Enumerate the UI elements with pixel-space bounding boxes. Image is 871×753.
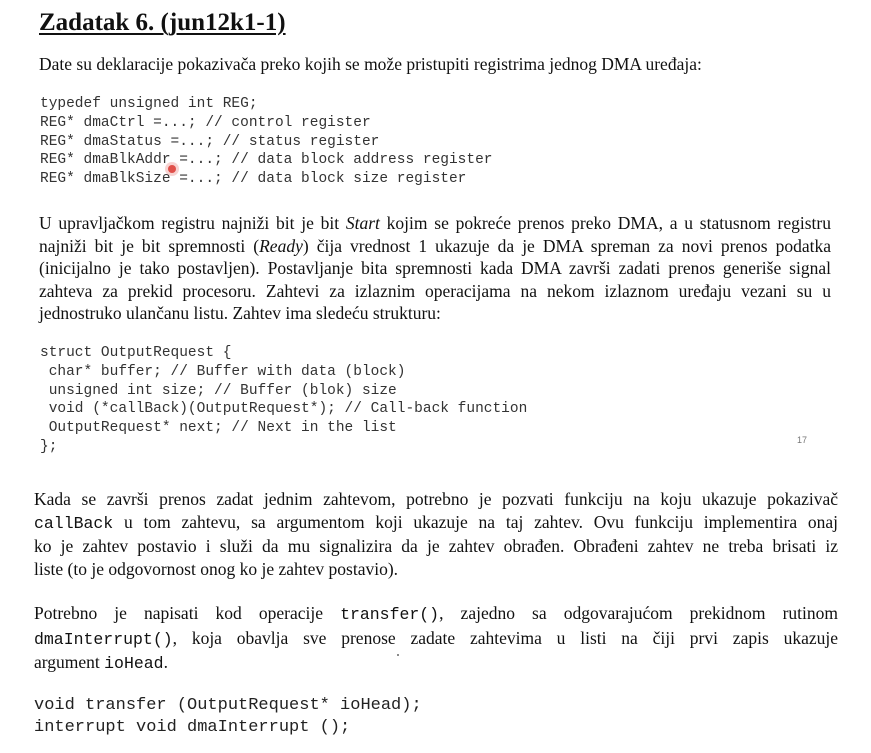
register-declarations-code: typedef unsigned int REG; REG* dmaCtrl =…	[40, 95, 492, 189]
start-bit-term: Start	[345, 213, 380, 233]
code-line: REG* dmaBlkSize =...; // data block size…	[40, 171, 467, 188]
callback-code: callBack	[34, 513, 114, 533]
paragraph-line: (inicijalno je tako postavljen). Postavl…	[39, 258, 831, 278]
paragraph-line: liste (to je odgovornost onog ko je zaht…	[34, 558, 399, 579]
task-paragraph: Potrebno je napisati kod operacije trans…	[34, 602, 838, 676]
ready-bit-term: Ready	[259, 235, 303, 256]
paragraph-line: ko je zahtev postavio i služi da mu sign…	[34, 536, 838, 556]
mouse-cursor-indicator	[168, 165, 176, 173]
code-line: void (*callBack)(OutputRequest*); // Cal…	[40, 401, 528, 418]
paragraph-line: argument ioHead.	[34, 652, 168, 673]
paragraph-line: Kada se završi prenos zadat jednim zahte…	[34, 489, 838, 509]
code-line: REG* dmaCtrl =...; // control register	[40, 114, 371, 131]
dma-interrupt-code: dmaInterrupt()	[34, 629, 173, 649]
code-line: struct OutputRequest {	[40, 345, 232, 361]
code-line: REG* dmaStatus =...; // status register	[40, 133, 380, 150]
page-title: Zadatak 6. (jun12k1-1)	[39, 9, 286, 36]
register-description-paragraph: U upravljačkom registru najniži bit je b…	[39, 212, 831, 325]
code-line: typedef unsigned int REG;	[40, 96, 258, 112]
code-line: OutputRequest* next; // Next in the list	[40, 420, 397, 437]
paragraph-line: dmaInterrupt(), koja obavlja sve prenose…	[34, 627, 838, 649]
code-line: REG* dmaBlkAddr =...; // data block addr…	[40, 152, 493, 169]
code-line: unsigned int size; // Buffer (blok) size	[40, 382, 397, 399]
transfer-code: transfer()	[340, 605, 440, 624]
paragraph-line: najniži bit je bit spremnosti (Ready) či…	[39, 235, 832, 256]
callback-paragraph: Kada se završi prenos zadat jednim zahte…	[34, 488, 838, 580]
paragraph-line: callBack u tom zahtevu, sa argumentom ko…	[34, 511, 838, 533]
paragraph-line: jednostruko ulančanu listu. Zahtev ima s…	[39, 303, 441, 323]
function-signatures-code: void transfer (OutputRequest* ioHead); i…	[34, 695, 422, 739]
output-request-struct-code: struct OutputRequest { char* buffer; // …	[40, 344, 527, 457]
page-number: 17	[797, 435, 808, 445]
paragraph-line: zahteva za prekid procesoru. Zahtevi za …	[39, 280, 831, 301]
code-line: char* buffer; // Buffer with data (block…	[40, 363, 406, 380]
iohead-code: ioHead	[104, 654, 164, 673]
intro-text: Date su deklaracije pokazivača preko koj…	[39, 54, 702, 74]
code-line: };	[40, 438, 58, 455]
code-line: void transfer (OutputRequest* ioHead);	[34, 696, 422, 715]
intro-paragraph: Date su deklaracije pokazivača preko koj…	[39, 53, 739, 76]
paragraph-line: U upravljačkom registru najniži bit je b…	[39, 213, 831, 233]
code-line: interrupt void dmaInterrupt ();	[34, 718, 351, 737]
stray-dot	[397, 654, 399, 656]
paragraph-line: Potrebno je napisati kod operacije trans…	[34, 603, 838, 624]
